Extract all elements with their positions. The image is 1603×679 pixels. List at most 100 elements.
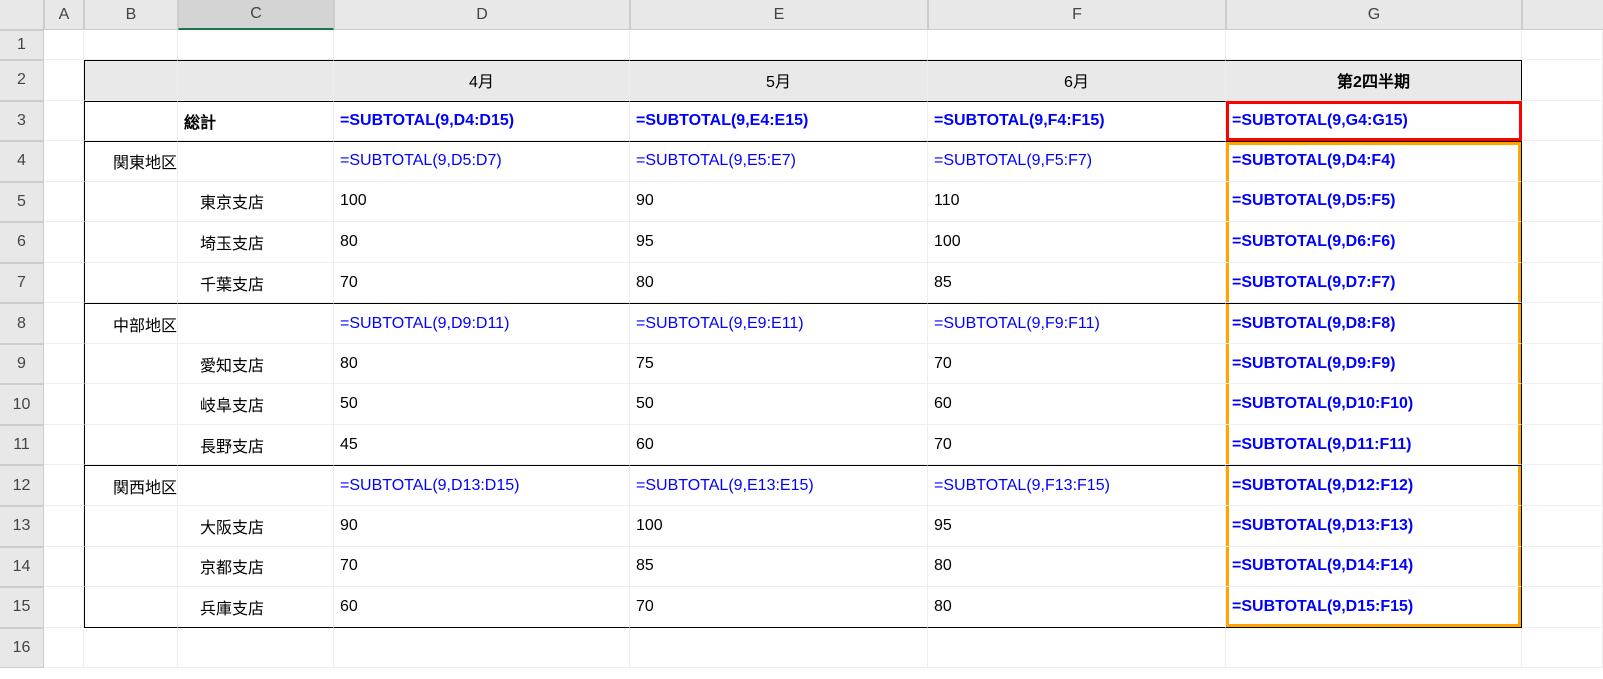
cell-G15[interactable]: =SUBTOTAL(9,D15:F15) <box>1226 587 1522 628</box>
cell-F14[interactable]: 80 <box>928 547 1226 588</box>
cell-A12[interactable] <box>44 465 84 506</box>
row-header-7[interactable]: 7 <box>0 263 44 304</box>
cell-H1[interactable] <box>1522 30 1603 60</box>
cell-H15[interactable] <box>1522 587 1603 628</box>
cell-D6[interactable]: 80 <box>334 222 630 263</box>
cell-D13[interactable]: 90 <box>334 506 630 547</box>
col-header-G[interactable]: G <box>1226 0 1522 30</box>
cell-C16[interactable] <box>178 628 334 669</box>
cell-C14[interactable]: 京都支店 <box>178 547 334 588</box>
cell-C3[interactable]: 総計 <box>178 101 334 142</box>
cell-G10[interactable]: =SUBTOTAL(9,D10:F10) <box>1226 384 1522 425</box>
row-header-4[interactable]: 4 <box>0 141 44 182</box>
cell-C13[interactable]: 大阪支店 <box>178 506 334 547</box>
cell-E7[interactable]: 80 <box>630 263 928 304</box>
cell-A5[interactable] <box>44 182 84 223</box>
cell-C5[interactable]: 東京支店 <box>178 182 334 223</box>
row-header-14[interactable]: 14 <box>0 547 44 588</box>
cell-G6[interactable]: =SUBTOTAL(9,D6:F6) <box>1226 222 1522 263</box>
cell-E5[interactable]: 90 <box>630 182 928 223</box>
row-header-16[interactable]: 16 <box>0 628 44 669</box>
row-header-11[interactable]: 11 <box>0 425 44 466</box>
row-header-9[interactable]: 9 <box>0 344 44 385</box>
row-header-8[interactable]: 8 <box>0 303 44 344</box>
cell-H10[interactable] <box>1522 384 1603 425</box>
cell-F11[interactable]: 70 <box>928 425 1226 466</box>
col-header-E[interactable]: E <box>630 0 928 30</box>
cell-C9[interactable]: 愛知支店 <box>178 344 334 385</box>
cell-H12[interactable] <box>1522 465 1603 506</box>
cell-F7[interactable]: 85 <box>928 263 1226 304</box>
cell-D12[interactable]: =SUBTOTAL(9,D13:D15) <box>334 465 630 506</box>
cell-D2[interactable]: 4月 <box>334 60 630 101</box>
col-header-D[interactable]: D <box>334 0 630 30</box>
cell-B3[interactable] <box>84 101 178 142</box>
cell-G13[interactable]: =SUBTOTAL(9,D13:F13) <box>1226 506 1522 547</box>
cell-A1[interactable] <box>44 30 84 60</box>
cell-B14[interactable] <box>84 547 178 588</box>
cell-G12[interactable]: =SUBTOTAL(9,D12:F12) <box>1226 465 1522 506</box>
cell-E1[interactable] <box>630 30 928 60</box>
cell-E11[interactable]: 60 <box>630 425 928 466</box>
cell-A7[interactable] <box>44 263 84 304</box>
cell-C7[interactable]: 千葉支店 <box>178 263 334 304</box>
cell-H2[interactable] <box>1522 60 1603 101</box>
cell-E15[interactable]: 70 <box>630 587 928 628</box>
cell-D16[interactable] <box>334 628 630 669</box>
col-header-blank[interactable] <box>1522 0 1603 30</box>
cell-A6[interactable] <box>44 222 84 263</box>
cell-H4[interactable] <box>1522 141 1603 182</box>
col-header-F[interactable]: F <box>928 0 1226 30</box>
cell-C11[interactable]: 長野支店 <box>178 425 334 466</box>
cell-B13[interactable] <box>84 506 178 547</box>
cell-H3[interactable] <box>1522 101 1603 142</box>
cell-G1[interactable] <box>1226 30 1522 60</box>
cell-B9[interactable] <box>84 344 178 385</box>
cell-A15[interactable] <box>44 587 84 628</box>
cell-A11[interactable] <box>44 425 84 466</box>
cell-B15[interactable] <box>84 587 178 628</box>
cell-E8[interactable]: =SUBTOTAL(9,E9:E11) <box>630 303 928 344</box>
cell-A14[interactable] <box>44 547 84 588</box>
cell-D10[interactable]: 50 <box>334 384 630 425</box>
cell-G2[interactable]: 第2四半期 <box>1226 60 1522 101</box>
cell-D4[interactable]: =SUBTOTAL(9,D5:D7) <box>334 141 630 182</box>
row-header-12[interactable]: 12 <box>0 465 44 506</box>
cell-H14[interactable] <box>1522 547 1603 588</box>
row-header-13[interactable]: 13 <box>0 506 44 547</box>
cell-H13[interactable] <box>1522 506 1603 547</box>
cell-G16[interactable] <box>1226 628 1522 669</box>
cell-G5[interactable]: =SUBTOTAL(9,D5:F5) <box>1226 182 1522 223</box>
cell-A8[interactable] <box>44 303 84 344</box>
cell-G3[interactable]: =SUBTOTAL(9,G4:G15) <box>1226 101 1522 142</box>
cell-D15[interactable]: 60 <box>334 587 630 628</box>
cell-C1[interactable] <box>178 30 334 60</box>
cell-G11[interactable]: =SUBTOTAL(9,D11:F11) <box>1226 425 1522 466</box>
cell-C10[interactable]: 岐阜支店 <box>178 384 334 425</box>
cell-C4[interactable] <box>178 141 334 182</box>
cell-E12[interactable]: =SUBTOTAL(9,E13:E15) <box>630 465 928 506</box>
cell-F9[interactable]: 70 <box>928 344 1226 385</box>
cell-H8[interactable] <box>1522 303 1603 344</box>
cell-C2[interactable] <box>178 60 334 101</box>
cell-H9[interactable] <box>1522 344 1603 385</box>
cell-A16[interactable] <box>44 628 84 669</box>
cell-F16[interactable] <box>928 628 1226 669</box>
cell-A4[interactable] <box>44 141 84 182</box>
row-header-1[interactable]: 1 <box>0 30 44 60</box>
cell-A13[interactable] <box>44 506 84 547</box>
cell-B1[interactable] <box>84 30 178 60</box>
cell-H11[interactable] <box>1522 425 1603 466</box>
cell-D7[interactable]: 70 <box>334 263 630 304</box>
cell-C6[interactable]: 埼玉支店 <box>178 222 334 263</box>
cell-F5[interactable]: 110 <box>928 182 1226 223</box>
cell-H7[interactable] <box>1522 263 1603 304</box>
cell-D8[interactable]: =SUBTOTAL(9,D9:D11) <box>334 303 630 344</box>
cell-B8[interactable]: 中部地区 <box>84 303 178 344</box>
cell-B11[interactable] <box>84 425 178 466</box>
cell-A3[interactable] <box>44 101 84 142</box>
cell-B6[interactable] <box>84 222 178 263</box>
cell-F15[interactable]: 80 <box>928 587 1226 628</box>
col-header-B[interactable]: B <box>84 0 178 30</box>
cell-B7[interactable] <box>84 263 178 304</box>
